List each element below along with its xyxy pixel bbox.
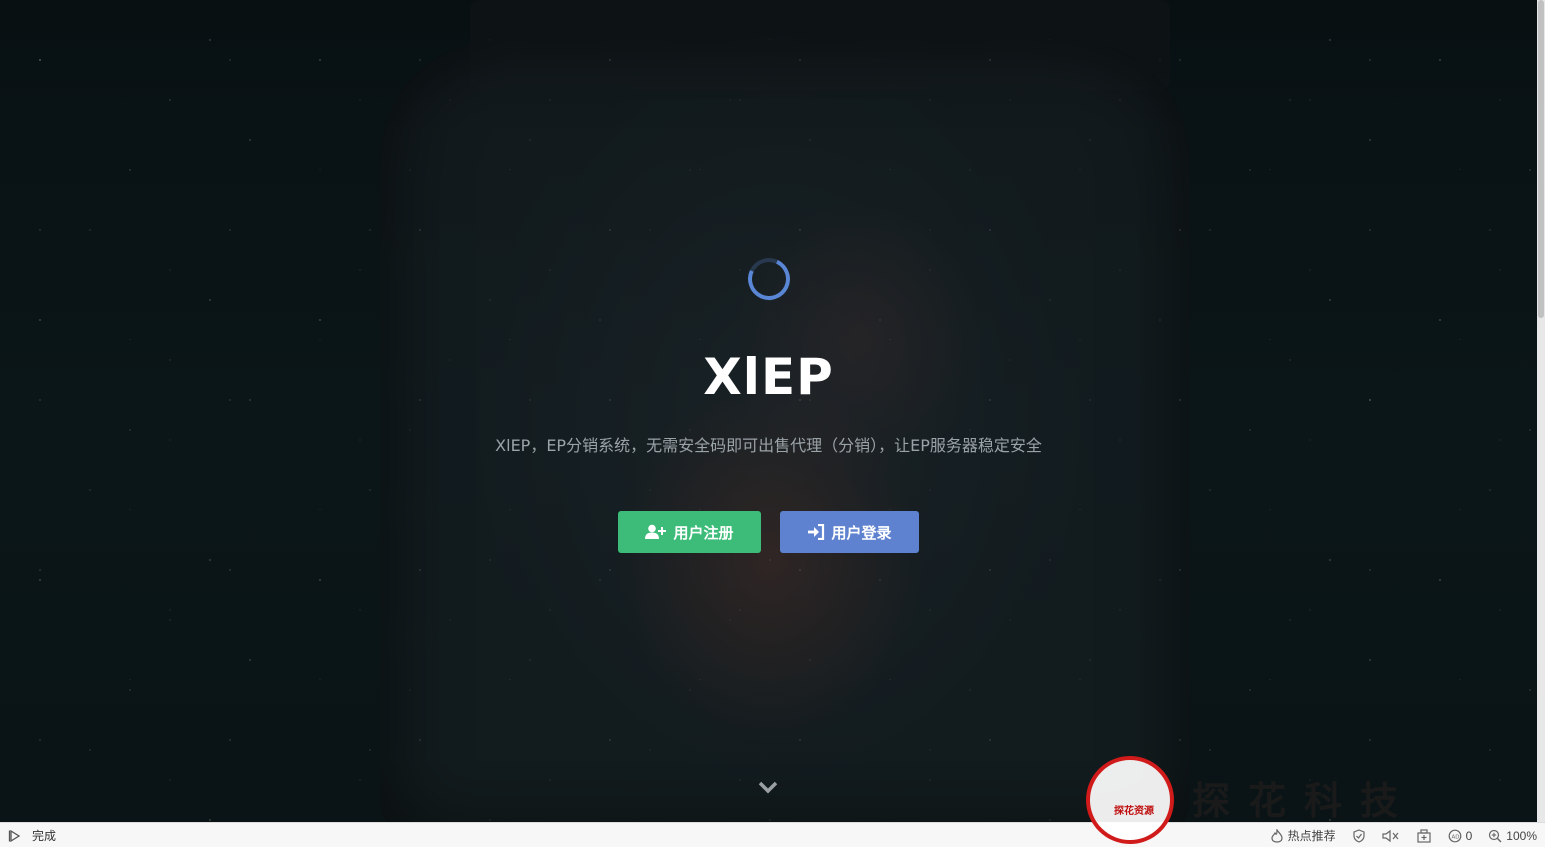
watermark-seal: 探花资源 [1086, 756, 1174, 844]
play-icon[interactable] [8, 829, 22, 843]
hero-subtitle: XlEP，EP分销系统，无需安全码即可出售代理（分销），让EP服务器稳定安全 [495, 436, 1042, 455]
vertical-scrollbar[interactable] [1537, 0, 1545, 822]
svg-text:AD: AD [1451, 834, 1459, 840]
watermark-logo: 探花资源 探花科技 [1082, 752, 1422, 846]
status-text: 完成 [32, 829, 57, 843]
register-button-label: 用户注册 [673, 523, 734, 542]
sign-in-icon [808, 524, 825, 540]
watermark-seal-text: 探花资源 [1114, 806, 1154, 817]
hero-title: XlEP [703, 348, 834, 406]
scrollbar-thumb[interactable] [1538, 0, 1544, 318]
watermark-brand-text: 探花科技 [1192, 778, 1417, 823]
zoom-control[interactable]: 100% [1488, 829, 1537, 843]
login-button-label: 用户登录 [831, 523, 892, 542]
page-viewport: XlEP XlEP，EP分销系统，无需安全码即可出售代理（分销），让EP服务器稳… [0, 0, 1537, 822]
ad-block-count: 0 [1465, 828, 1473, 843]
user-plus-icon [645, 524, 667, 539]
ad-block-icon: AD [1448, 829, 1462, 842]
zoom-in-icon [1489, 829, 1502, 842]
star-overlay [0, 0, 1537, 822]
register-button[interactable]: 用户注册 [618, 511, 761, 553]
scroll-down-chevron-icon[interactable] [758, 780, 778, 794]
zoom-level: 100% [1506, 828, 1537, 843]
login-button[interactable]: 用户登录 [780, 511, 919, 553]
ad-block-button[interactable]: AD 0 [1448, 828, 1473, 843]
